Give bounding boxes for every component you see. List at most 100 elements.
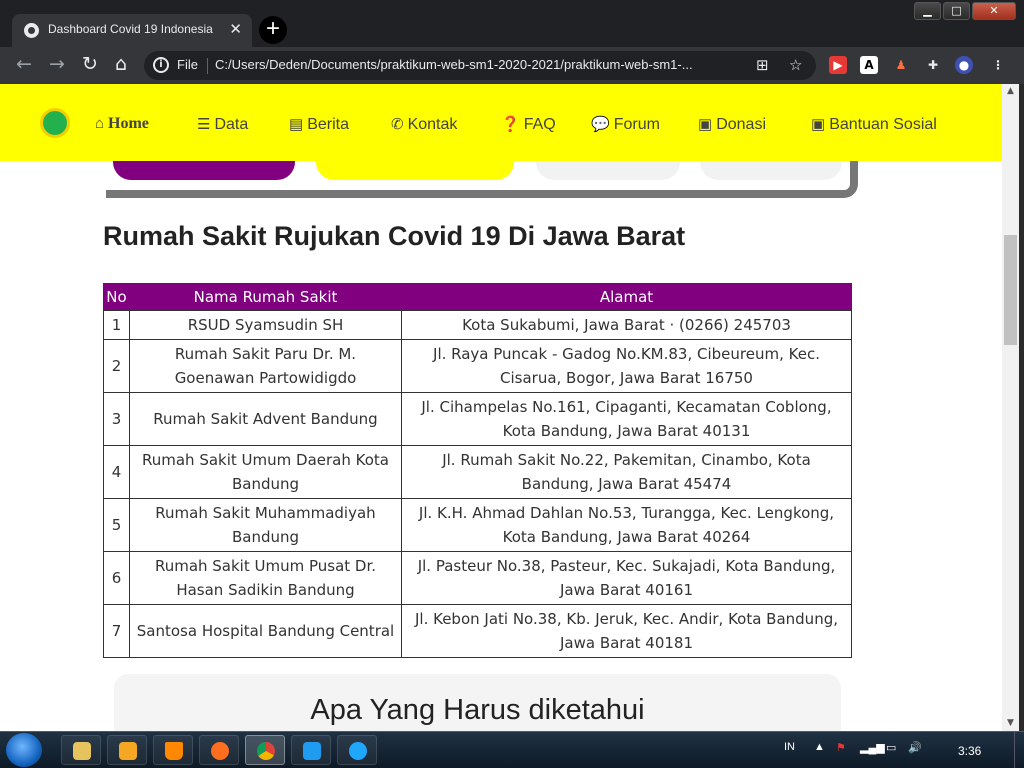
ie-icon — [349, 742, 367, 760]
translate-icon[interactable]: ⊞ — [756, 56, 769, 74]
nav-faq[interactable]: ❓ FAQ — [501, 115, 556, 134]
table-row: 4 Rumah Sakit Umum Daerah Kota Bandung J… — [103, 445, 852, 499]
start-button[interactable] — [6, 733, 42, 767]
vscode-icon — [303, 742, 321, 760]
language-indicator[interactable]: IN — [784, 741, 795, 753]
taskbar-internet-explorer[interactable] — [337, 735, 377, 765]
nav-faq-label: FAQ — [523, 116, 556, 133]
cell-nama: Rumah Sakit Advent Bandung — [129, 392, 402, 446]
battery-icon[interactable]: ▭ — [886, 741, 896, 754]
firefox-icon — [211, 742, 229, 760]
table-header-row: No Nama Rumah Sakit Alamat — [103, 283, 852, 311]
table-row: 5 Rumah Sakit Muhammadiyah Bandung Jl. K… — [103, 498, 852, 552]
new-tab-button[interactable]: + — [259, 16, 287, 44]
scroll-down-icon[interactable]: ▼ — [1002, 716, 1019, 731]
nav-home-label: Home — [108, 115, 149, 132]
comment-icon: 💬 — [591, 116, 610, 133]
cell-nama: Rumah Sakit Paru Dr. M. Goenawan Partowi… — [129, 339, 402, 393]
menu-kebab-icon[interactable]: ⋮ — [989, 56, 1007, 74]
browser-toolbar: ← → ↻ ⌂ i File C:/Users/Deden/Documents/… — [0, 47, 1024, 84]
table-row: 3 Rumah Sakit Advent Bandung Jl. Cihampe… — [103, 392, 852, 446]
taskbar-vlc[interactable] — [153, 735, 193, 765]
extensions-puzzle-icon[interactable]: ✚ — [924, 56, 942, 74]
extension-a-icon[interactable]: A — [860, 56, 878, 74]
nav-donasi-label: Donasi — [716, 116, 766, 133]
forward-arrow-icon[interactable]: → — [45, 53, 69, 75]
window-controls: ▁ □ ✕ — [912, 2, 1016, 20]
info-icon[interactable]: i — [153, 57, 169, 73]
newspaper-icon: ▤ — [289, 116, 304, 133]
window-border — [1019, 84, 1024, 731]
nav-berita[interactable]: ▤ Berita — [289, 115, 349, 134]
minimize-button[interactable]: ▁ — [914, 2, 941, 20]
nav-forum-label: Forum — [613, 116, 660, 133]
site-logo[interactable] — [40, 108, 70, 138]
taskbar-explorer[interactable] — [61, 735, 101, 765]
cell-nama: Rumah Sakit Muhammadiyah Bandung — [129, 498, 402, 552]
browser-tab[interactable]: Dashboard Covid 19 Indonesia ✕ — [12, 14, 252, 47]
cell-no: 3 — [103, 392, 130, 446]
scroll-thumb[interactable] — [1004, 235, 1017, 345]
column-header-no: No — [103, 283, 130, 311]
taskbar-media-player[interactable] — [107, 735, 147, 765]
browser-titlebar: Dashboard Covid 19 Indonesia ✕ + ▁ □ ✕ — [0, 0, 1024, 47]
database-icon: ☰ — [197, 116, 211, 133]
extension-figure-icon[interactable]: ♟ — [892, 56, 910, 74]
nav-forum[interactable]: 💬 Forum — [591, 115, 660, 134]
cell-no: 7 — [103, 604, 130, 658]
system-clock[interactable]: 3:36 — [958, 744, 981, 758]
cell-nama: RSUD Syamsudin SH — [129, 310, 402, 340]
media-player-icon — [119, 742, 137, 760]
profile-avatar-icon[interactable]: ● — [955, 56, 973, 74]
volume-icon[interactable]: 🔊 — [908, 741, 922, 754]
cell-nama: Rumah Sakit Umum Pusat Dr. Hasan Sadikin… — [129, 551, 402, 605]
reload-icon[interactable]: ↻ — [78, 53, 102, 75]
page-scrollbar[interactable]: ▲ ▼ — [1002, 84, 1019, 731]
home-browser-icon[interactable]: ⌂ — [109, 53, 133, 75]
cell-no: 2 — [103, 339, 130, 393]
nav-berita-label: Berita — [307, 116, 349, 133]
omnibox-divider — [207, 58, 208, 74]
box-open-icon: ▣ — [698, 116, 713, 133]
scroll-up-icon[interactable]: ▲ — [1002, 84, 1019, 99]
table-row: 1 RSUD Syamsudin SH Kota Sukabumi, Jawa … — [103, 310, 852, 340]
tab-title: Dashboard Covid 19 Indonesia — [48, 22, 213, 36]
tab-close-icon[interactable]: ✕ — [229, 20, 242, 38]
close-window-button[interactable]: ✕ — [972, 2, 1016, 20]
nav-home[interactable]: ⌂ Home — [95, 115, 149, 133]
cell-no: 1 — [103, 310, 130, 340]
cell-alamat: Jl. K.H. Ahmad Dahlan No.53, Turangga, K… — [401, 498, 852, 552]
vlc-cone-icon — [165, 742, 183, 760]
back-arrow-icon[interactable]: ← — [12, 53, 36, 75]
info-section: Apa Yang Harus diketahui — [114, 674, 841, 731]
box-open-icon: ▣ — [811, 116, 826, 133]
address-bar[interactable]: i File C:/Users/Deden/Documents/praktiku… — [144, 51, 816, 80]
cell-nama: Rumah Sakit Umum Daerah Kota Bandung — [129, 445, 402, 499]
cell-alamat: Jl. Rumah Sakit No.22, Pakemitan, Cinamb… — [401, 445, 852, 499]
extension-red-icon[interactable]: ▶ — [829, 56, 847, 74]
maximize-button[interactable]: □ — [943, 2, 970, 20]
bookmark-star-icon[interactable]: ☆ — [789, 56, 802, 74]
nav-kontak[interactable]: ✆ Kontak — [391, 115, 457, 134]
globe-icon — [24, 23, 39, 38]
phone-icon: ✆ — [391, 116, 404, 133]
nav-donasi[interactable]: ▣ Donasi — [698, 115, 766, 134]
cell-no: 6 — [103, 551, 130, 605]
site-navbar: ⌂ Home ☰ Data ▤ Berita ✆ Kontak ❓ FAQ 💬 Forum … — [0, 84, 1002, 161]
url-text[interactable]: C:/Users/Deden/Documents/praktikum-web-s… — [215, 57, 745, 72]
nav-data[interactable]: ☰ Data — [197, 115, 248, 134]
network-signal-icon[interactable]: ▂▄▆ — [860, 741, 885, 754]
cell-alamat: Jl. Raya Puncak - Gadog No.KM.83, Cibeur… — [401, 339, 852, 393]
cell-alamat: Jl. Pasteur No.38, Pasteur, Kec. Sukajad… — [401, 551, 852, 605]
taskbar-firefox[interactable] — [199, 735, 239, 765]
taskbar-chrome[interactable] — [245, 735, 285, 765]
show-desktop-button[interactable] — [1014, 732, 1024, 768]
action-center-flag-icon[interactable]: ⚑ — [836, 741, 846, 754]
tray-expand-icon[interactable]: ▲ — [814, 741, 825, 753]
table-row: 6 Rumah Sakit Umum Pusat Dr. Hasan Sadik… — [103, 551, 852, 605]
taskbar-vscode[interactable] — [291, 735, 331, 765]
nav-bantuan-sosial[interactable]: ▣ Bantuan Sosial — [811, 115, 937, 134]
nav-kontak-label: Kontak — [407, 116, 458, 133]
folder-icon — [73, 742, 91, 760]
chrome-icon — [257, 742, 275, 760]
